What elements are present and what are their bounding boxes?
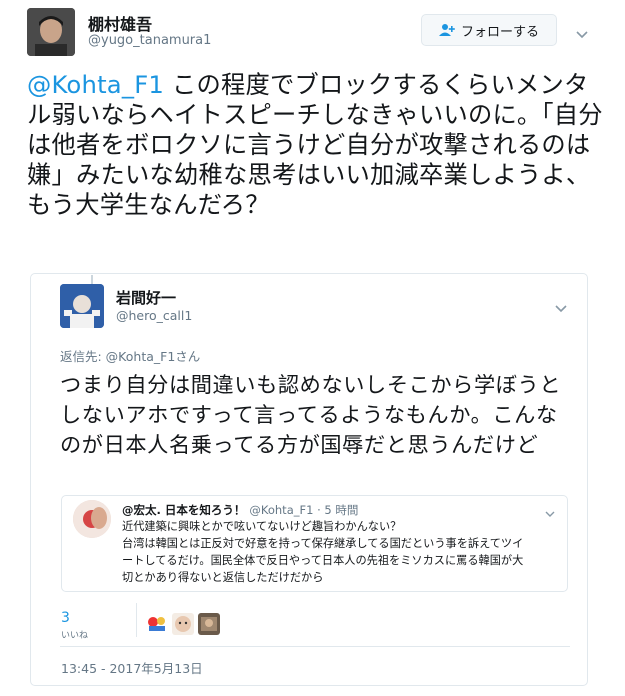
mention-link[interactable]: @Kohta_F1 — [27, 70, 164, 99]
quoted-author-name[interactable]: 岩間好一 — [116, 287, 176, 308]
likes-count[interactable]: 3 — [61, 610, 70, 626]
follow-label: フォローする — [460, 24, 539, 40]
nested-line: 近代建築に興味とかで呟いてないけど趣旨わかんない？ — [122, 520, 402, 533]
divider — [136, 603, 137, 637]
author-handle[interactable]: @yugo_tanamura1 — [88, 33, 211, 48]
nested-author-avatar — [73, 500, 111, 538]
tweet-text: @Kohta_F1 この程度でブロックするくらいメンタル弱いならヘイトスピーチし… — [27, 70, 607, 220]
tweet-timestamp[interactable]: 13:45 - 2017年5月13日 — [61, 658, 203, 677]
author-avatar[interactable] — [27, 8, 75, 56]
nested-quote-text: 近代建築に興味とかで呟いてないけど趣旨わかんない？ 台湾は韓国とは正反対で好意を… — [122, 518, 557, 586]
nested-author-name: @宏太. 日本を知ろう！ — [122, 503, 246, 517]
chevron-down-icon[interactable] — [555, 298, 567, 317]
nested-line: 台湾は韓国とは正反対で好意を持って保存継承してる国だという事を訴えてツイ — [122, 537, 524, 550]
nested-author-line: @宏太. 日本を知ろう！ @Kohta_F1 · 5 時間 — [122, 502, 358, 518]
chevron-down-icon[interactable] — [576, 24, 588, 43]
quoted-author-handle[interactable]: @hero_call1 — [116, 308, 192, 323]
divider — [60, 646, 570, 647]
follow-button[interactable]: フォローする — [421, 14, 557, 46]
nested-line: 切とかあり得ないと返信しただけだから — [122, 571, 324, 584]
liker-avatar[interactable] — [146, 613, 168, 635]
nested-author-meta: @Kohta_F1 · 5 時間 — [249, 503, 359, 517]
add-user-icon — [438, 23, 455, 37]
liker-avatar[interactable] — [172, 613, 194, 635]
likes-label: いいね — [61, 631, 89, 641]
quoted-author-avatar[interactable] — [60, 284, 104, 328]
liker-avatar[interactable] — [198, 613, 220, 635]
author-name[interactable]: 棚村雄吾 — [88, 11, 152, 35]
quoted-tweet-card[interactable] — [30, 273, 588, 686]
reply-to-label[interactable]: 返信先: @Kohta_F1さん — [60, 346, 200, 365]
nested-line: ートしてるだけ。国民全体で反日やって日本人の先祖をミソカスに罵る韓国が大 — [122, 554, 524, 567]
quoted-tweet-text: つまり自分は間違いも認めないしそこから学ぼうとしないアホですって言ってるようなも… — [60, 372, 562, 457]
